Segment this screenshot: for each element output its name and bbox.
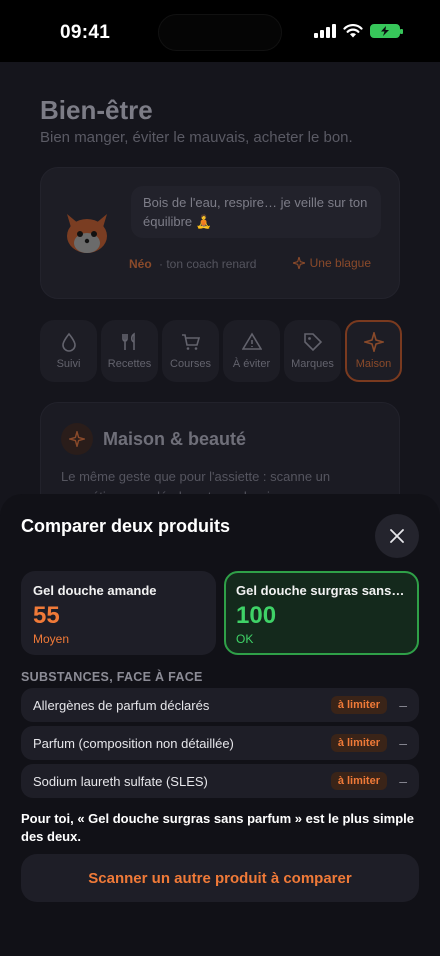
joke-button-label: Une blague: [309, 256, 371, 270]
substance-row: Parfum (composition non détaillée) à lim…: [21, 726, 419, 760]
tag-icon: [303, 333, 322, 352]
tab-label: À éviter: [232, 358, 271, 370]
product-card-b[interactable]: Gel douche surgras sans parfum 100 OK: [224, 571, 419, 655]
tab-label: Maison: [355, 358, 392, 370]
tab-suivi[interactable]: Suivi: [40, 320, 97, 382]
home-badge: [61, 423, 93, 455]
product-name: Gel douche amande: [33, 583, 157, 598]
sparkle-icon: [292, 257, 305, 269]
tab-label: Courses: [170, 358, 211, 370]
cellular-signal-icon: [314, 24, 336, 38]
scan-another-button[interactable]: Scanner un autre produit à comparer: [21, 854, 419, 902]
home-card-title: Maison & beauté: [103, 429, 247, 449]
tab-label: Recettes: [107, 358, 152, 370]
other-product-value: –: [399, 773, 407, 789]
tab-label: Marques: [291, 358, 334, 370]
product-grade: Moyen: [33, 632, 70, 646]
status-time: 09:41: [60, 22, 111, 43]
product-name: Gel douche surgras sans parfum: [236, 583, 407, 598]
tab-marques[interactable]: Marques: [284, 320, 341, 382]
tab-label: Suivi: [56, 358, 81, 370]
coach-name: Néo: [129, 257, 152, 271]
section-label: SUBSTANCES, FACE À FACE: [21, 670, 203, 684]
other-product-value: –: [399, 735, 407, 751]
verdict-text: Pour toi, « Gel douche surgras sans parf…: [21, 811, 415, 845]
product-card-a[interactable]: Gel douche amande 55 Moyen: [21, 571, 216, 655]
tab-recettes[interactable]: Recettes: [101, 320, 158, 382]
coach-role: · ton coach renard: [159, 257, 257, 271]
substance-name: Sodium laureth sulfate (SLES): [33, 773, 208, 789]
warning-icon: [241, 332, 262, 350]
substance-row: Allergènes de parfum déclarés à limiter …: [21, 688, 419, 722]
tab-courses[interactable]: Courses: [162, 320, 219, 382]
compare-sheet: Comparer deux produits Gel douche amande…: [0, 494, 440, 956]
close-icon: [390, 529, 404, 543]
sparkle-icon: [69, 431, 85, 447]
sparkle-icon: [363, 332, 384, 352]
substance-name: Parfum (composition non détaillée): [33, 735, 234, 751]
close-button[interactable]: [375, 514, 419, 558]
limit-badge: à limiter: [330, 696, 387, 714]
battery-charging-icon: [370, 24, 403, 38]
joke-button[interactable]: Une blague: [283, 248, 381, 278]
status-icons: [314, 24, 403, 38]
cart-icon: [181, 334, 200, 350]
product-score: 55: [33, 602, 60, 629]
other-product-value: –: [399, 697, 407, 713]
coach-card: Bois de l'eau, respire… je veille sur to…: [40, 167, 400, 299]
substance-row: Sodium laureth sulfate (SLES) à limiter …: [21, 764, 419, 798]
status-bar: 09:41: [0, 0, 440, 62]
dynamic-island: [158, 14, 282, 51]
limit-badge: à limiter: [330, 734, 387, 752]
fox-mascot-icon: [67, 214, 107, 253]
category-tabs: Suivi Recettes Courses À éviter Marques …: [40, 320, 402, 382]
page-subtitle: Bien manger, éviter le mauvais, acheter …: [40, 129, 353, 146]
limit-badge: à limiter: [330, 772, 387, 790]
page-title: Bien-être: [40, 95, 153, 125]
wifi-icon: [343, 24, 363, 38]
substance-name: Allergènes de parfum déclarés: [33, 697, 210, 713]
utensils-icon: [121, 332, 135, 350]
coach-message-bubble: Bois de l'eau, respire… je veille sur to…: [131, 186, 381, 238]
tab-maison[interactable]: Maison: [345, 320, 402, 382]
tab-a-eviter[interactable]: À éviter: [223, 320, 280, 382]
product-grade: OK: [236, 632, 254, 646]
drop-icon: [61, 332, 76, 352]
product-score: 100: [236, 602, 277, 629]
sheet-title: Comparer deux produits: [21, 516, 231, 536]
